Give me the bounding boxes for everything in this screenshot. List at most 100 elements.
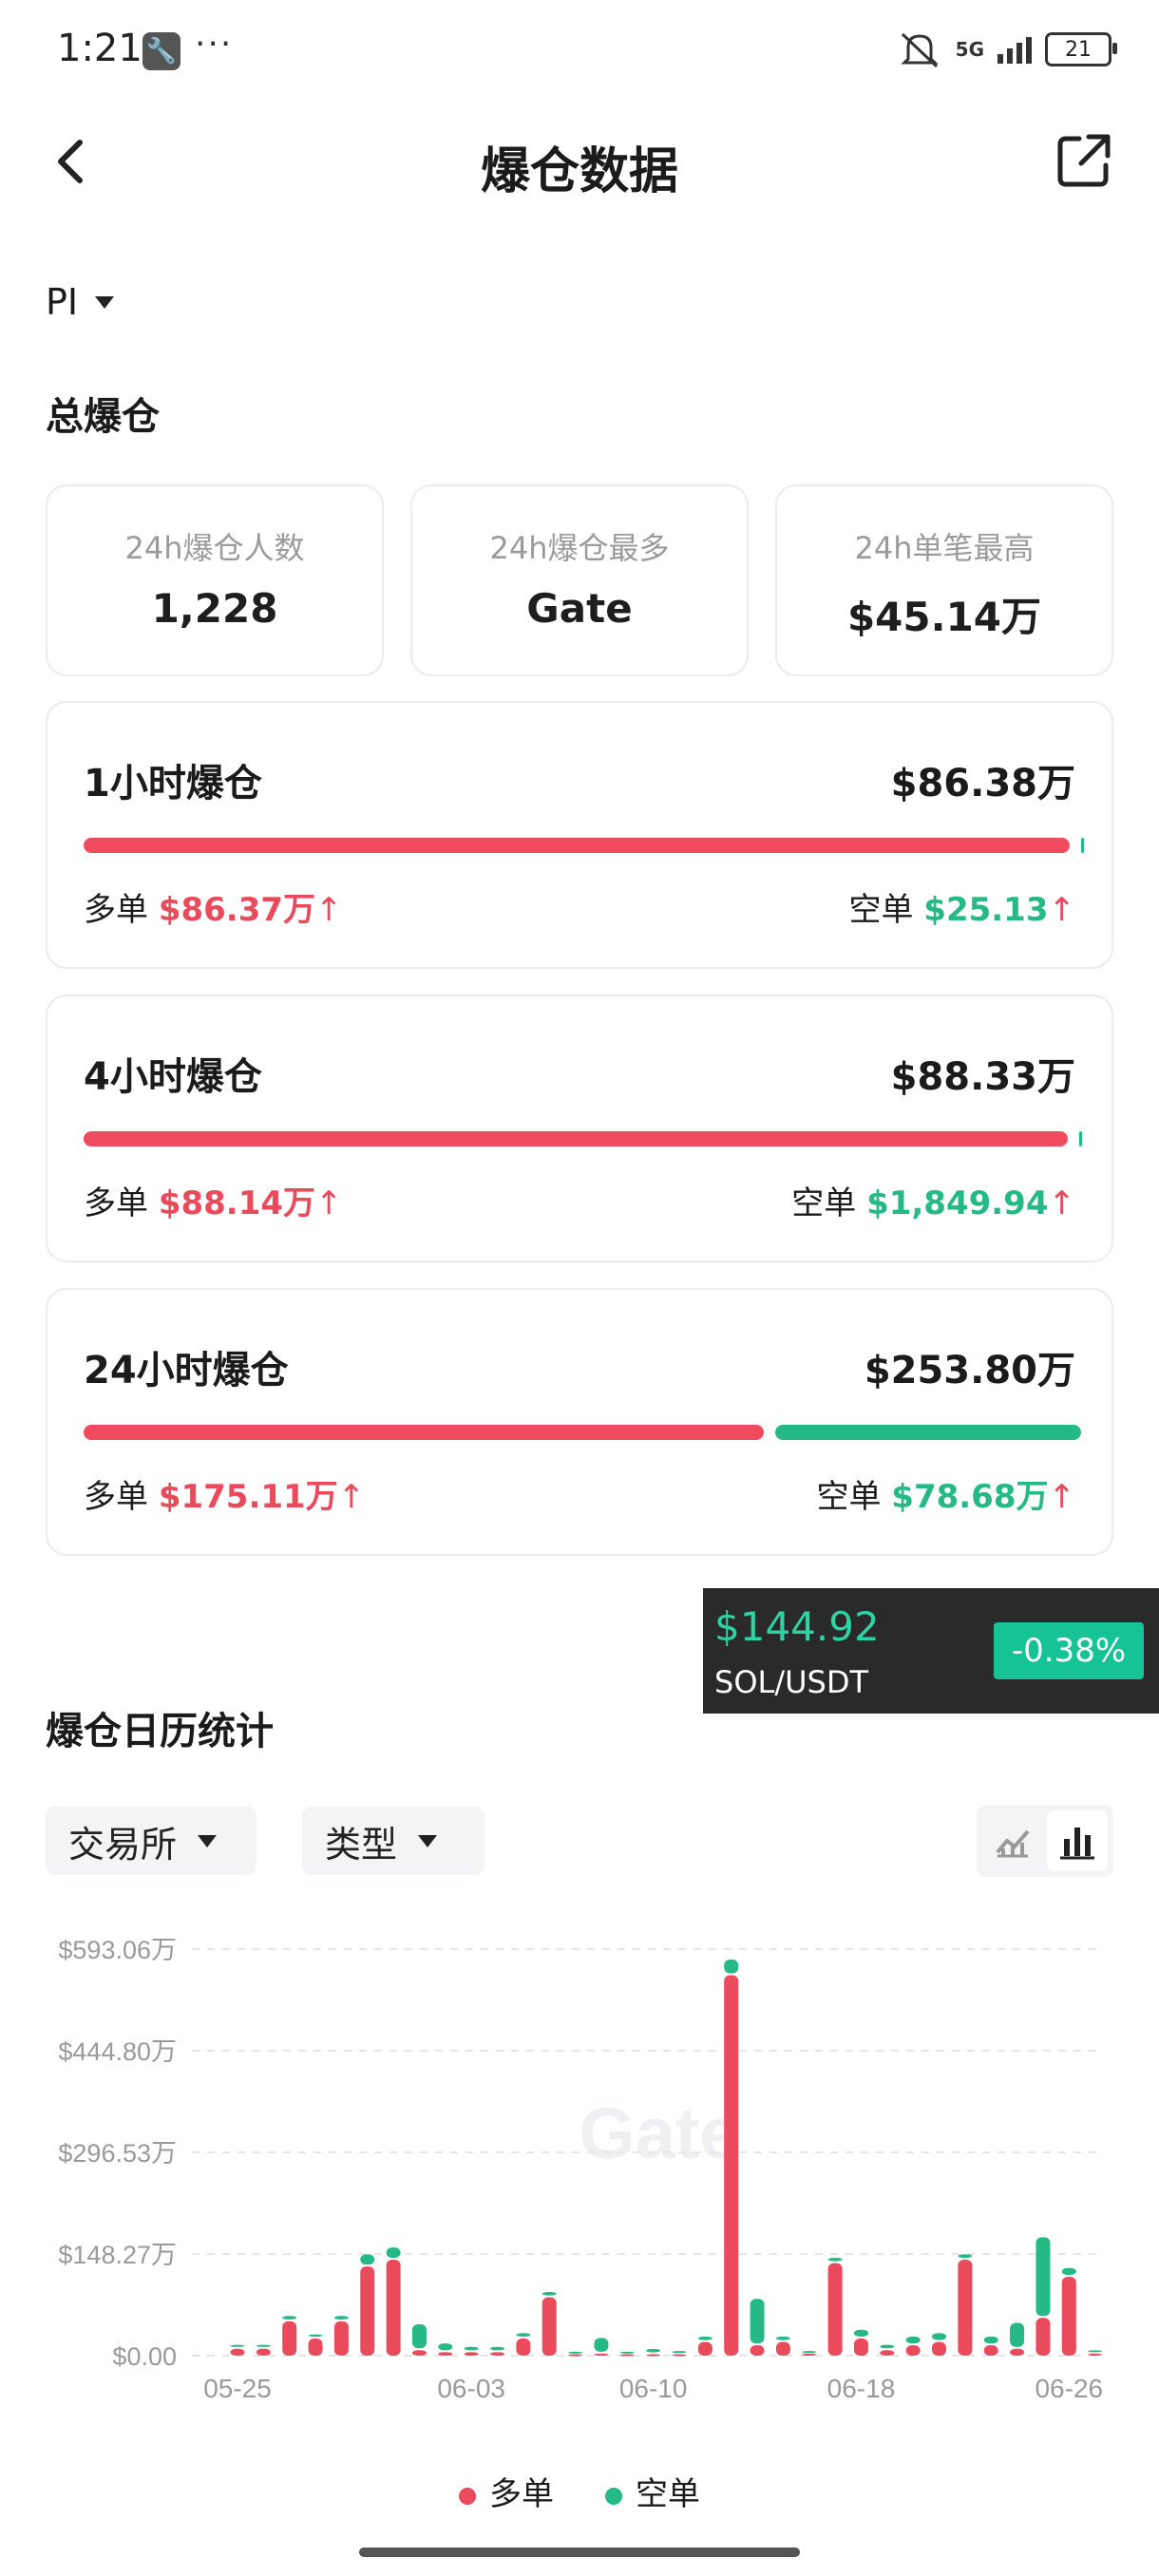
legend-dot-short bbox=[605, 2487, 622, 2505]
bar-long bbox=[672, 2354, 687, 2357]
legend-dot-long bbox=[459, 2487, 476, 2505]
bar-long bbox=[983, 2345, 998, 2356]
short-info: 空单 $78.68万↑ bbox=[816, 1470, 1075, 1517]
bar-short bbox=[542, 2292, 557, 2296]
bar-short bbox=[360, 2254, 375, 2265]
bar-short bbox=[1088, 2350, 1103, 2353]
bar-long bbox=[308, 2338, 323, 2356]
bar-long bbox=[646, 2354, 661, 2357]
bar-long bbox=[1036, 2318, 1051, 2356]
bar-short bbox=[230, 2344, 245, 2347]
liquidation-total: $253.80万 bbox=[864, 1349, 1075, 1392]
stat-value: 1,228 bbox=[151, 585, 278, 632]
wrench-icon: 🔧 bbox=[142, 32, 180, 70]
bar-short bbox=[333, 2316, 349, 2320]
type-filter[interactable]: 类型 bbox=[302, 1807, 484, 1875]
legend-long-label: 多单 bbox=[489, 2475, 554, 2513]
bar-long bbox=[594, 2353, 609, 2356]
liquidation-calendar-chart: Gate $0.00 $148.27万 $296.53万 $444.80万 $593.0… bbox=[58, 1936, 1103, 2403]
section-calendar-title: 爆仓日历统计 bbox=[46, 1710, 274, 1753]
bar-short bbox=[646, 2348, 661, 2353]
caret-down-icon bbox=[418, 1834, 438, 1847]
short-label: 空单 bbox=[816, 1478, 882, 1516]
long-value: $88.14万 bbox=[158, 1184, 316, 1222]
legend-short[interactable]: 空单 bbox=[605, 2468, 700, 2514]
short-value: $1,849.94 bbox=[866, 1184, 1049, 1222]
caret-down-icon bbox=[198, 1834, 218, 1847]
exchange-filter-label: 交易所 bbox=[68, 1823, 178, 1866]
ticker-change-badge: -0.38% bbox=[994, 1622, 1144, 1679]
stat-card-count: 24h爆仓人数 1,228 bbox=[46, 484, 384, 676]
bar-long bbox=[1010, 2348, 1025, 2356]
stat-label: 24h爆仓人数 bbox=[124, 530, 305, 566]
legend-long[interactable]: 多单 bbox=[459, 2468, 554, 2514]
caret-down-icon bbox=[95, 295, 115, 309]
bar-short bbox=[827, 2257, 843, 2262]
short-bar bbox=[1079, 1131, 1082, 1146]
liquidation-card-4h: 4小时爆仓 $88.33万 多单 $88.14万↑ 空单 $1,849.94↑ bbox=[46, 994, 1113, 1262]
short-info: 空单 $1,849.94↑ bbox=[791, 1177, 1075, 1223]
stat-label: 24h爆仓最多 bbox=[489, 530, 670, 566]
bar-short bbox=[724, 1960, 739, 1974]
y-tick-label: $444.80万 bbox=[58, 2037, 177, 2066]
liquidation-period: 4小时爆仓 bbox=[84, 1055, 262, 1099]
short-bar bbox=[1081, 838, 1084, 853]
network-type: 5G bbox=[955, 38, 984, 61]
bar-long bbox=[619, 2354, 635, 2357]
bar-short bbox=[672, 2351, 687, 2354]
bar-short bbox=[256, 2344, 271, 2347]
bar-long bbox=[802, 2353, 817, 2356]
bar-long bbox=[282, 2320, 297, 2356]
y-tick-label: $148.27万 bbox=[58, 2241, 177, 2269]
bar-long bbox=[827, 2263, 843, 2356]
share-icon[interactable] bbox=[1054, 131, 1113, 190]
arrow-up-icon: ↑ bbox=[337, 1478, 366, 1516]
liquidation-period: 24小时爆仓 bbox=[84, 1349, 289, 1392]
bar-short bbox=[1010, 2322, 1025, 2347]
long-bar bbox=[84, 1425, 764, 1440]
bar-short bbox=[958, 2254, 973, 2258]
bar-long bbox=[1088, 2353, 1103, 2356]
arrow-up-icon: ↑ bbox=[1048, 1184, 1076, 1222]
short-info: 空单 $25.13↑ bbox=[848, 883, 1075, 930]
bar-long bbox=[360, 2266, 375, 2356]
bar-short bbox=[932, 2333, 947, 2340]
line-chart-icon[interactable] bbox=[982, 1810, 1043, 1871]
short-bar bbox=[775, 1425, 1081, 1440]
bar-short bbox=[750, 2299, 765, 2344]
bar-short bbox=[594, 2338, 609, 2352]
stat-value: $45.14万 bbox=[846, 594, 1042, 640]
more-notifications-icon: ··· bbox=[195, 25, 234, 64]
long-label: 多单 bbox=[84, 891, 148, 929]
liquidation-total: $88.33万 bbox=[890, 1055, 1075, 1099]
bar-long bbox=[697, 2341, 712, 2356]
bar-long bbox=[464, 2352, 479, 2356]
floating-ticker[interactable]: $144.92 SOL/USDT -0.38% bbox=[703, 1588, 1159, 1714]
exchange-filter[interactable]: 交易所 bbox=[46, 1807, 256, 1875]
bar-chart-icon[interactable] bbox=[1047, 1810, 1108, 1871]
arrow-up-icon: ↑ bbox=[315, 891, 343, 929]
bar-short bbox=[568, 2351, 583, 2354]
watermark-logo: Gate bbox=[580, 2093, 740, 2174]
bar-long bbox=[256, 2348, 271, 2356]
bar-long bbox=[490, 2352, 505, 2356]
bar-long bbox=[230, 2348, 245, 2356]
arrow-up-icon: ↑ bbox=[1048, 1478, 1076, 1516]
symbol-selector[interactable]: PI bbox=[46, 281, 115, 323]
ticker-pair: SOL/USDT bbox=[714, 1664, 869, 1700]
ticker-price: $144.92 bbox=[714, 1603, 880, 1650]
bar-long bbox=[905, 2345, 921, 2356]
stat-value: Gate bbox=[526, 585, 633, 632]
liquidation-period: 1小时爆仓 bbox=[84, 762, 262, 805]
x-tick-label: 06-10 bbox=[619, 2374, 688, 2403]
section-total-title: 总爆仓 bbox=[46, 395, 160, 439]
bar-short bbox=[697, 2336, 712, 2340]
y-tick-label: $296.53万 bbox=[58, 2139, 177, 2168]
long-value: $175.11万 bbox=[158, 1478, 338, 1516]
battery-icon: 21 bbox=[1045, 32, 1117, 66]
bar-short bbox=[308, 2334, 323, 2337]
bar-short bbox=[411, 2323, 427, 2349]
short-label: 空单 bbox=[791, 1184, 857, 1222]
liquidation-card-1h: 1小时爆仓 $86.38万 多单 $86.37万↑ 空单 $25.13↑ bbox=[46, 701, 1113, 969]
arrow-up-icon: ↑ bbox=[1048, 891, 1076, 929]
